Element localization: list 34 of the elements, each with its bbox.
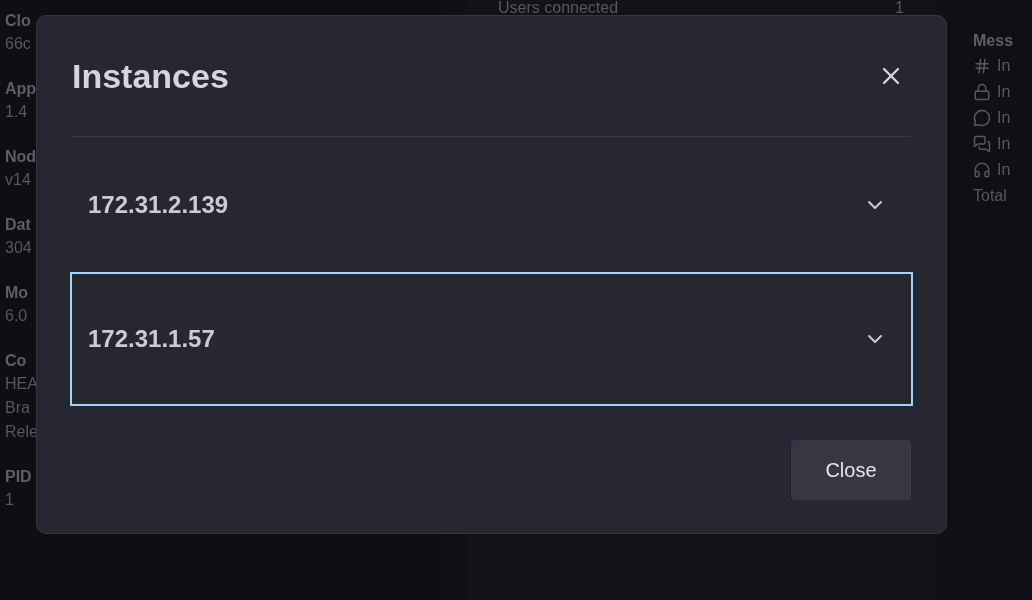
field-value: Bra	[5, 398, 31, 418]
field-value: 66c	[5, 34, 32, 54]
stat-value: 1	[895, 0, 904, 16]
field-label: Dat	[5, 215, 32, 235]
field-value: HEA	[5, 374, 39, 394]
stat-label: In	[997, 82, 1011, 102]
close-button[interactable]: Close	[791, 440, 911, 500]
stat-label: In	[997, 108, 1011, 128]
speech-bubbles-icon	[973, 135, 991, 153]
dialog-title: Instances	[72, 55, 229, 97]
speech-bubble-icon	[973, 109, 991, 127]
field-label: App	[5, 79, 38, 99]
field-value: Rele	[5, 422, 39, 442]
field-label: Co	[5, 351, 28, 371]
stat-label: In	[997, 56, 1011, 76]
accordion-item[interactable]: 172.31.1.57	[70, 272, 913, 406]
field-label: PID	[5, 467, 33, 487]
stat-label: Total	[973, 186, 1008, 206]
field-value: 304	[5, 238, 33, 258]
accordion-item[interactable]: 172.31.2.139	[72, 138, 911, 272]
stat-label: Users connected	[498, 0, 619, 16]
field-value: v14	[5, 170, 32, 190]
stat-label: In	[997, 160, 1011, 180]
headset-icon	[973, 161, 991, 179]
field-value: 1.4	[5, 102, 29, 122]
field-label: Mo	[5, 283, 30, 303]
stat-label: In	[997, 134, 1011, 154]
section-title: Mess	[973, 31, 1015, 51]
hash-icon	[973, 57, 991, 75]
field-value: 6.0	[5, 306, 29, 326]
lock-icon	[973, 83, 991, 101]
field-label: Clo	[5, 11, 32, 31]
field-label: Nod	[5, 147, 38, 167]
field-value: 1	[5, 490, 15, 510]
